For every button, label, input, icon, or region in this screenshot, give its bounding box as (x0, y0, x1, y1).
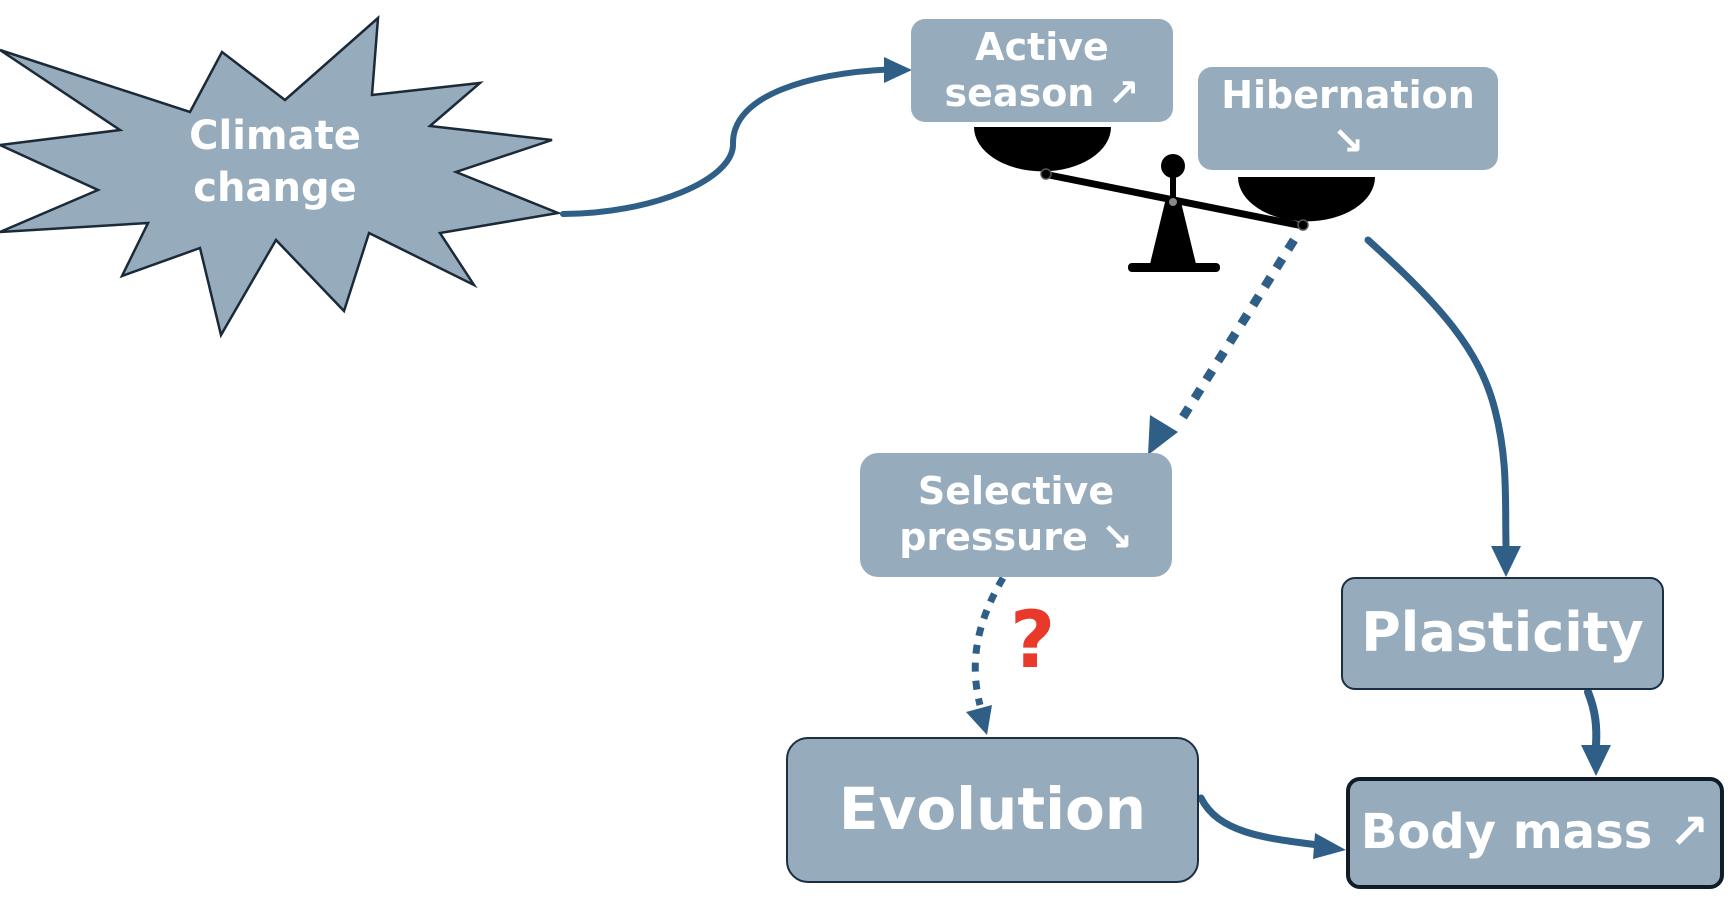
arrow-plasticity-to-body-mass (1584, 688, 1601, 749)
body-mass-box: Body mass ↗ (1346, 777, 1724, 889)
climate-change-label: Climate change (160, 110, 390, 214)
arrowhead-evolution (966, 705, 992, 735)
active-season-line2: season ↗ (944, 70, 1140, 115)
arrowhead-active (884, 57, 912, 83)
hibernation-line2: ↘ (1332, 118, 1364, 163)
arrowhead-body-mass-left (1313, 833, 1346, 859)
hibernation-line1: Hibernation (1221, 72, 1475, 117)
hibernation-box: Hibernation ↘ (1198, 67, 1498, 170)
body-mass-label: Body mass ↗ (1360, 804, 1710, 861)
selective-pressure-line1: Selective (917, 469, 1115, 514)
question-mark: ? (1010, 596, 1056, 686)
climate-line2: change (193, 165, 357, 211)
plasticity-label: Plasticity (1361, 601, 1644, 665)
selective-pressure-line2: pressure ↘ (899, 515, 1133, 559)
arrowhead-plasticity (1491, 546, 1521, 577)
evolution-label: Evolution (838, 775, 1147, 844)
arrow-hibernation-to-plasticity (1364, 236, 1510, 549)
plasticity-box: Plasticity (1341, 577, 1664, 690)
active-season-line1: Active (975, 24, 1109, 69)
arrow-evolution-to-body-mass (1197, 794, 1322, 849)
arrowhead-selective (1148, 415, 1178, 455)
arrowhead-body-mass-top (1581, 745, 1611, 776)
evolution-box: Evolution (786, 737, 1199, 883)
active-season-box: Active season ↗ (911, 19, 1173, 122)
climate-line1: Climate (189, 113, 361, 159)
dotted-arrow-selective-to-evolution (971, 576, 1007, 706)
selective-pressure-box: Selective pressure ↘ (860, 453, 1172, 577)
arrow-climate-to-active (560, 66, 901, 217)
